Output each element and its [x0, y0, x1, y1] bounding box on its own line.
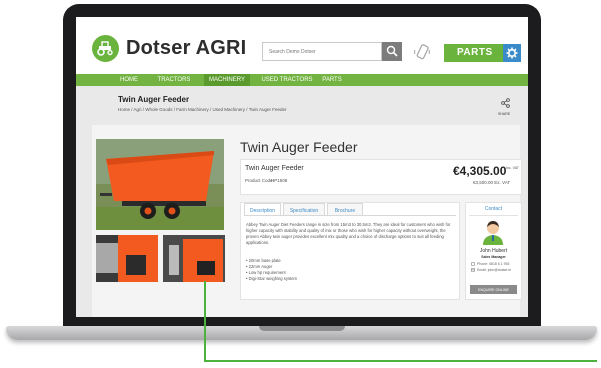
nav-parts[interactable]: PARTS [318, 74, 346, 86]
product-main-photo[interactable] [96, 139, 224, 230]
product-title: Twin Auger Feeder [240, 139, 358, 155]
product-name: Twin Auger Feeder [245, 165, 304, 172]
product-code-value: HP1508 [271, 178, 288, 183]
logo-tractor-icon[interactable] [92, 35, 119, 62]
product-thumb-2[interactable] [163, 235, 225, 282]
nav-used-tractors[interactable]: USED TRACTORS [254, 74, 320, 86]
contact-role: Sales Manager [481, 255, 506, 259]
nav-home[interactable]: HOME [112, 74, 146, 86]
enquire-online-button[interactable]: ENQUIRE ONLINE [470, 285, 517, 294]
search-input[interactable]: Search Demo Dotser [262, 42, 382, 61]
phone-icon[interactable] [412, 42, 432, 62]
search-button[interactable] [382, 42, 402, 61]
price-ex-vat: €3,500.00 Ex. VAT [473, 180, 511, 185]
parts-gear-button[interactable] [503, 44, 521, 62]
share-icon[interactable] [501, 98, 510, 108]
mail-icon [471, 268, 475, 272]
tabs-panel [240, 202, 460, 300]
logo-text[interactable]: Dotser AGRI [126, 37, 246, 60]
price-vat-note: Inc. VAT [506, 166, 519, 170]
contact-phone[interactable]: Phone: 0818 6 1 953 [477, 262, 510, 266]
gear-icon [506, 47, 518, 59]
parts-button[interactable]: PARTS [444, 44, 503, 62]
main-nav: HOME TRACTORS MACHINERY USED TRACTORS PA… [76, 74, 528, 86]
page-title: Twin Auger Feeder [118, 95, 190, 104]
tab-divider [244, 215, 456, 216]
product-code-label: Product Code: [245, 178, 274, 183]
callout-line-horizontal [204, 360, 597, 362]
contact-name: John Hubert [479, 248, 508, 254]
phone-small-icon [471, 262, 475, 266]
product-thumb-1[interactable] [96, 235, 158, 282]
contact-divider [469, 215, 518, 216]
nav-tractors[interactable]: TRACTORS [152, 74, 196, 86]
product-description: Abbey Twin Auger Diet Feeders range in s… [246, 222, 451, 245]
avatar-icon [483, 221, 503, 245]
contact-email[interactable]: Email: john@dotser.ie [477, 268, 511, 272]
search-icon [386, 45, 398, 57]
breadcrumb-area: Twin Auger Feeder Home / Agri / Whole Go… [76, 86, 528, 118]
feature-list: • 20mm base plate • 22mm Auger • Low hp … [246, 258, 297, 282]
product-price: €4,305.00 [453, 164, 507, 178]
feature-item: • Digi-Star weighing system [246, 276, 298, 281]
site-header: Dotser AGRI Search Demo Dotser PARTS [76, 17, 528, 74]
laptop-notch [259, 326, 345, 331]
nav-machinery[interactable]: MACHINERY [204, 74, 250, 86]
share-label[interactable]: SHARE [498, 112, 510, 116]
contact-heading: Contact [484, 206, 503, 212]
callout-line-vertical [204, 281, 206, 362]
breadcrumb[interactable]: Home / Agri / Whole Goods / Farm Machine… [118, 107, 286, 112]
